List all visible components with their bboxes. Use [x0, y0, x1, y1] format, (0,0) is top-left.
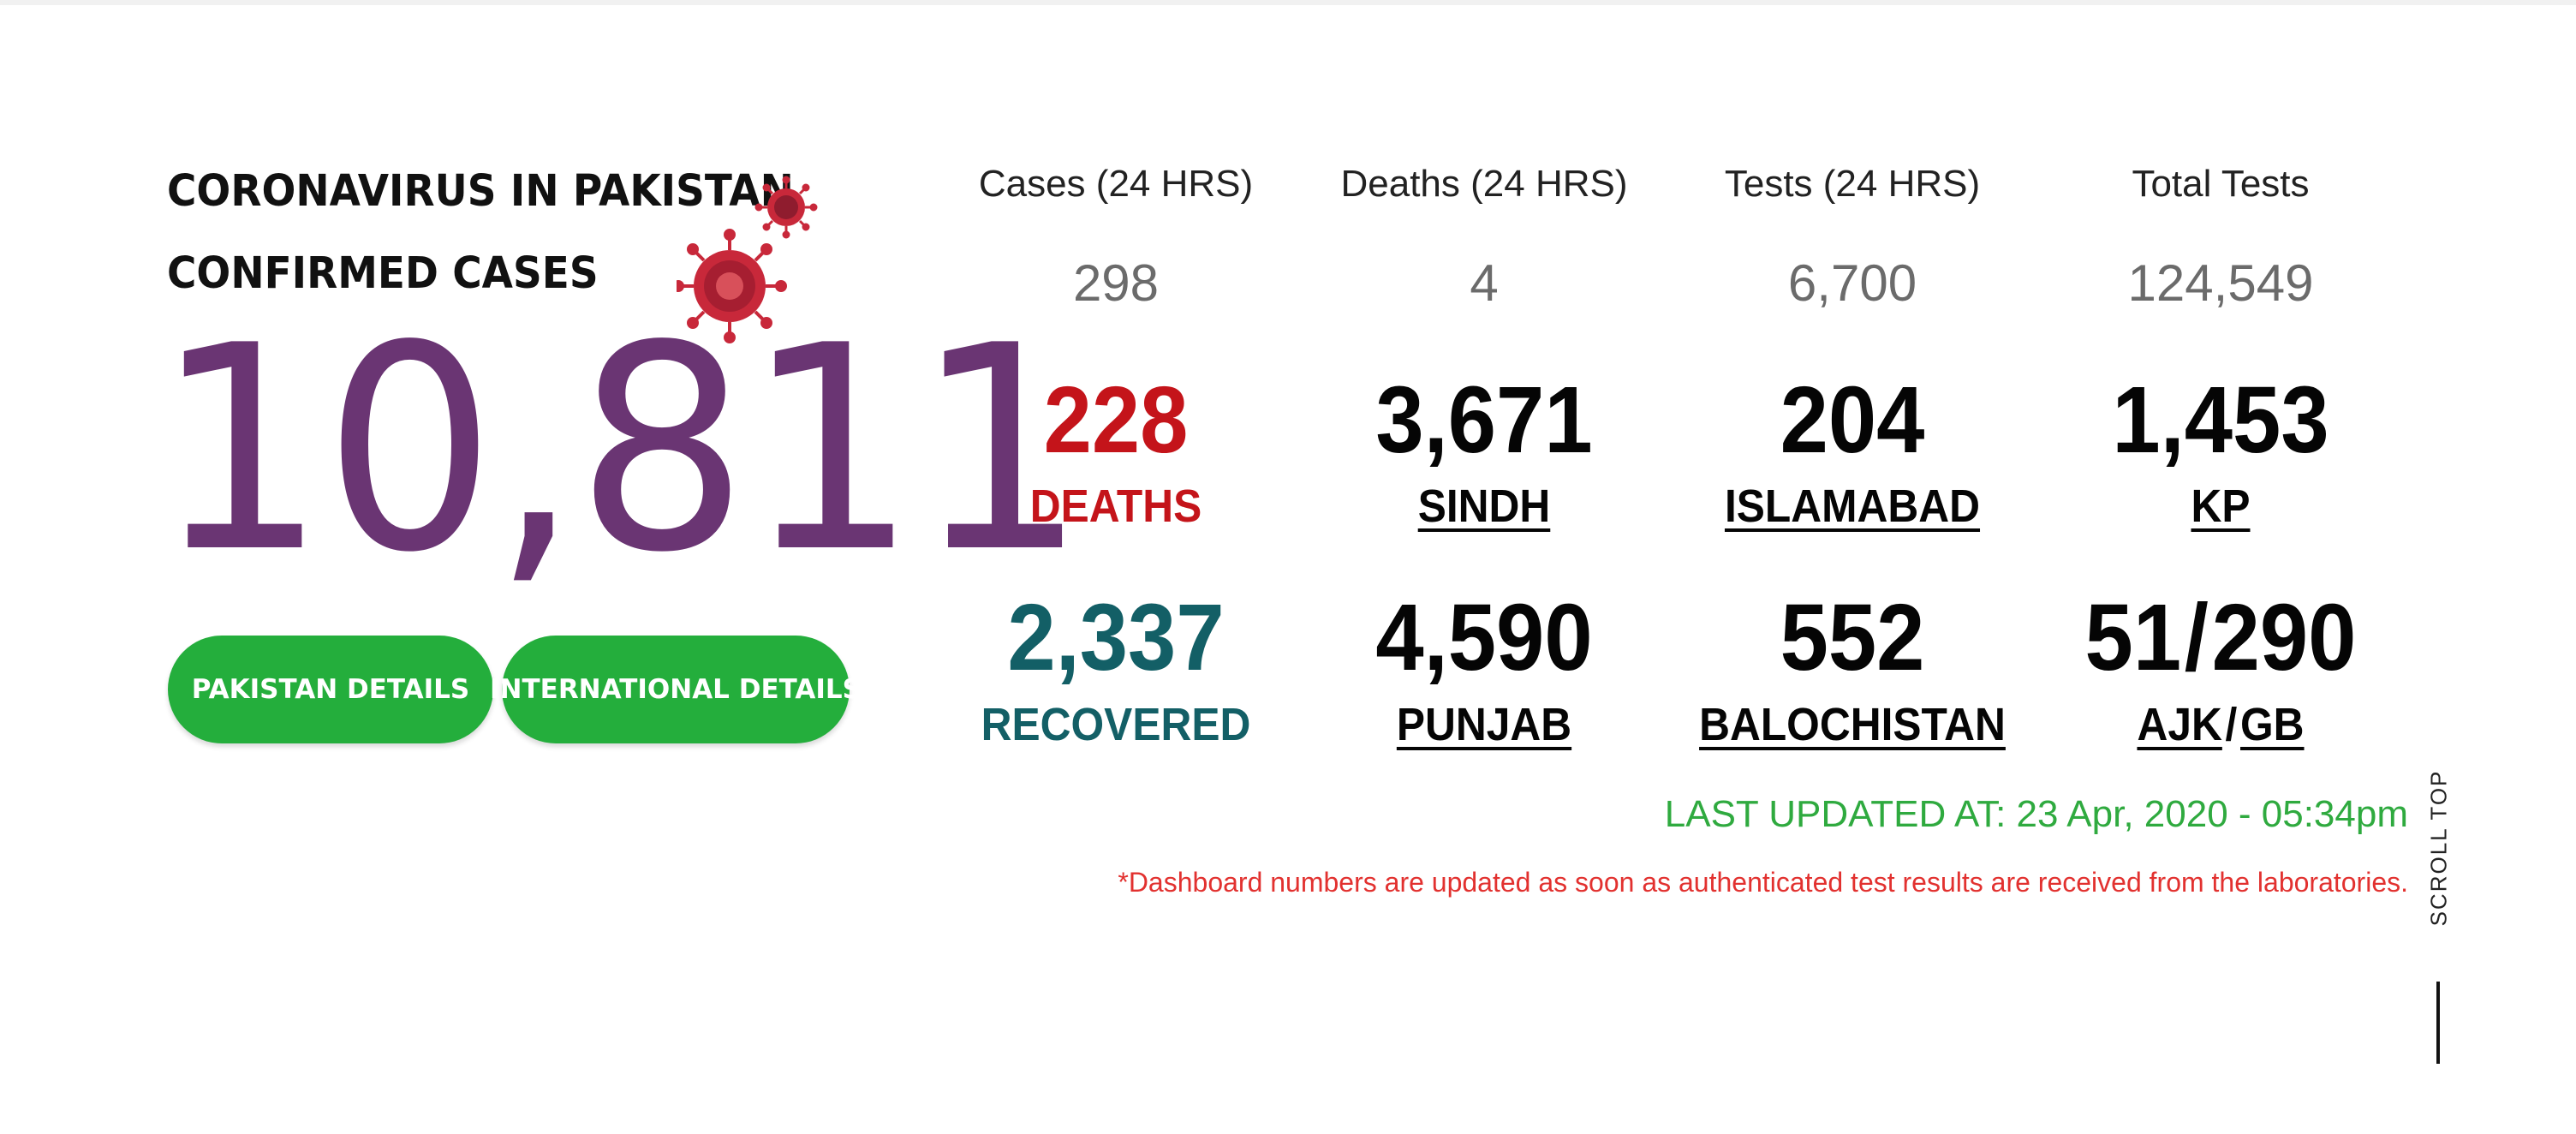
total-tests-label: Total Tests: [2132, 163, 2310, 205]
balochistan-label[interactable]: BALOCHISTAN: [1699, 699, 2006, 750]
deaths-24h-value: 4: [1470, 254, 1499, 312]
ajk-cases-value: 51: [2084, 585, 2182, 690]
scroll-top-label[interactable]: SCROLL TOP: [2426, 770, 2453, 927]
ajk-gb-cases-value: 51/290: [2055, 591, 2386, 685]
kp-link[interactable]: KP: [2055, 480, 2386, 533]
gb-label[interactable]: GB: [2240, 699, 2305, 750]
punjab-cases-value: 4,590: [1375, 585, 1593, 690]
sindh-link[interactable]: SINDH: [1319, 480, 1649, 533]
islamabad-cases-value: 204: [1780, 367, 1925, 473]
international-details-button[interactable]: INTERNATIONAL DETAILS: [490, 636, 862, 743]
punjab-label[interactable]: PUNJAB: [1397, 699, 1571, 750]
balochistan-link[interactable]: BALOCHISTAN: [1687, 698, 2018, 751]
kp-label[interactable]: KP: [2191, 480, 2250, 532]
gb-cases-value: 290: [2211, 585, 2357, 690]
deaths-total-label: DEATHS: [1029, 480, 1202, 532]
sindh-cases-value: 3,671: [1375, 367, 1593, 473]
cases-24h-value: 298: [1072, 254, 1160, 312]
scroll-top-line: [2436, 982, 2440, 1064]
deaths-total-value: 228: [1043, 367, 1189, 473]
islamabad-label[interactable]: ISLAMABAD: [1725, 480, 1980, 532]
tests-24h-value: 6,700: [1787, 254, 1917, 312]
tests-24h-label: Tests (24 HRS): [1724, 163, 1981, 205]
recovered-total-label: RECOVERED: [981, 699, 1251, 750]
deaths-24h-label: Deaths (24 HRS): [1340, 163, 1628, 205]
sindh-label[interactable]: SINDH: [1418, 480, 1551, 532]
top-border: [0, 0, 2576, 5]
last-updated-text: LAST UPDATED AT: 23 Apr, 2020 - 05:34pm: [1664, 793, 2408, 835]
scroll-top-button[interactable]: SCROLL TOP: [2422, 754, 2456, 942]
balochistan-cases-value: 552: [1780, 585, 1925, 690]
punjab-link[interactable]: PUNJAB: [1319, 698, 1649, 751]
hero-title: CORONAVIRUS IN PAKISTAN: [167, 166, 794, 217]
islamabad-link[interactable]: ISLAMABAD: [1687, 480, 2018, 533]
coronavirus-small-icon: [754, 176, 818, 239]
pakistan-details-button[interactable]: PAKISTAN DETAILS: [168, 636, 493, 743]
ajk-gb-separator: /: [2184, 585, 2209, 690]
dashboard-note: *Dashboard numbers are updated as soon a…: [1118, 867, 2408, 898]
total-tests-value: 124,549: [2127, 254, 2314, 312]
confirmed-cases-count: 10,811: [154, 285, 1087, 614]
ajk-gb-label-separator: /: [2225, 699, 2238, 750]
ajk-gb-links: AJK/GB: [2055, 698, 2386, 751]
kp-cases-value: 1,453: [2112, 367, 2329, 473]
recovered-total-value: 2,337: [1007, 585, 1225, 690]
ajk-label[interactable]: AJK: [2137, 699, 2221, 750]
cases-24h-label: Cases (24 HRS): [978, 163, 1254, 205]
